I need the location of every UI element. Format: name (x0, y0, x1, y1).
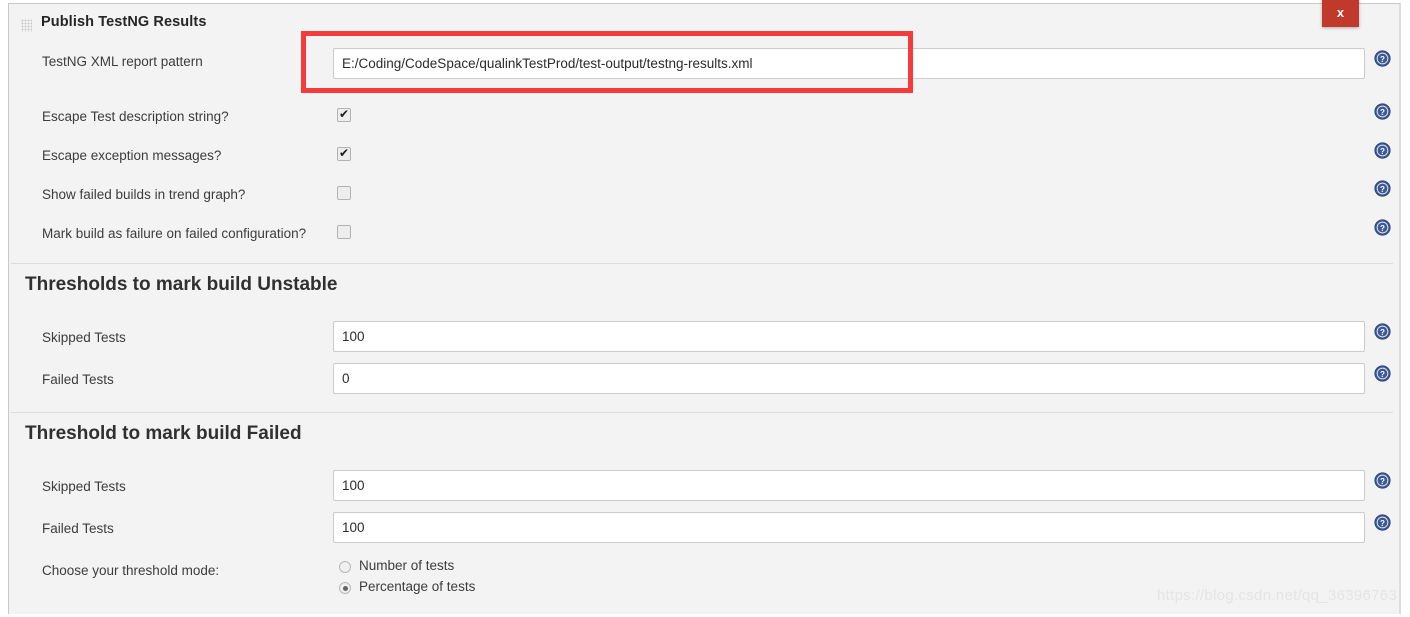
failed-skipped-tests-label: Skipped Tests (42, 479, 126, 494)
svg-text:?: ? (1380, 370, 1385, 379)
svg-text:?: ? (1380, 185, 1385, 194)
watermark-text: https://blog.csdn.net/qq_36396763 (1157, 587, 1398, 604)
help-question-icon[interactable]: ? (1374, 180, 1391, 197)
help-question-icon[interactable]: ? (1374, 142, 1391, 159)
unstable-section-title: Thresholds to mark build Unstable (25, 274, 338, 295)
report-pattern-input[interactable] (333, 48, 1365, 79)
escape-test-description-label: Escape Test description string? (42, 109, 229, 124)
mark-build-failure-label: Mark build as failure on failed configur… (42, 226, 307, 241)
show-failed-builds-row: Show failed builds in trend graph? (9, 185, 1400, 209)
failed-failed-tests-label: Failed Tests (42, 521, 114, 536)
radio-percentage-of-tests-label: Percentage of tests (359, 579, 476, 594)
show-failed-builds-checkbox[interactable] (337, 186, 351, 200)
escape-exception-messages-row: Escape exception messages? (9, 146, 1400, 170)
unstable-failed-tests-input[interactable] (333, 363, 1365, 394)
unstable-skipped-tests-label: Skipped Tests (42, 330, 126, 345)
svg-text:?: ? (1380, 224, 1385, 233)
show-failed-builds-label: Show failed builds in trend graph? (42, 187, 246, 202)
help-question-icon[interactable]: ? (1374, 103, 1391, 120)
panel-header: Publish TestNG Results (9, 14, 1400, 42)
escape-test-description-row: Escape Test description string? (9, 107, 1400, 131)
escape-exception-messages-label: Escape exception messages? (42, 148, 222, 163)
svg-text:?: ? (1380, 55, 1385, 64)
escape-exception-messages-checkbox[interactable] (337, 145, 351, 161)
svg-text:?: ? (1380, 108, 1385, 117)
section-divider (11, 412, 1393, 413)
help-question-icon[interactable]: ? (1374, 323, 1391, 340)
publish-testng-results-panel: Publish TestNG Results TestNG XML report… (8, 3, 1401, 614)
drag-grip-icon[interactable] (21, 19, 32, 32)
help-question-icon[interactable]: ? (1374, 472, 1391, 489)
escape-test-description-checkbox[interactable] (337, 106, 351, 122)
failed-section-title: Threshold to mark build Failed (25, 423, 302, 444)
help-question-icon[interactable]: ? (1374, 50, 1391, 67)
radio-percentage-of-tests[interactable] (339, 582, 351, 594)
threshold-mode-row: Choose your threshold mode: (9, 561, 1400, 585)
section-divider (11, 263, 1393, 264)
radio-number-of-tests[interactable] (339, 561, 351, 573)
threshold-mode-label: Choose your threshold mode: (42, 563, 220, 578)
help-question-icon[interactable]: ? (1374, 514, 1391, 531)
failed-failed-tests-input[interactable] (333, 512, 1365, 543)
mark-build-failure-checkbox[interactable] (337, 225, 351, 239)
svg-text:?: ? (1380, 477, 1385, 486)
page-title: Publish TestNG Results (41, 14, 207, 30)
close-button[interactable]: x (1322, 0, 1359, 27)
failed-skipped-tests-input[interactable] (333, 470, 1365, 501)
panel-right-rule (1399, 4, 1400, 614)
mark-build-failure-row: Mark build as failure on failed configur… (9, 224, 1400, 248)
help-question-icon[interactable]: ? (1374, 365, 1391, 382)
report-pattern-label: TestNG XML report pattern (42, 54, 203, 69)
help-question-icon[interactable]: ? (1374, 219, 1391, 236)
unstable-failed-tests-label: Failed Tests (42, 372, 114, 387)
svg-text:?: ? (1380, 328, 1385, 337)
svg-text:?: ? (1380, 147, 1385, 156)
svg-text:?: ? (1380, 519, 1385, 528)
unstable-skipped-tests-input[interactable] (333, 321, 1365, 352)
radio-number-of-tests-label: Number of tests (359, 558, 455, 573)
